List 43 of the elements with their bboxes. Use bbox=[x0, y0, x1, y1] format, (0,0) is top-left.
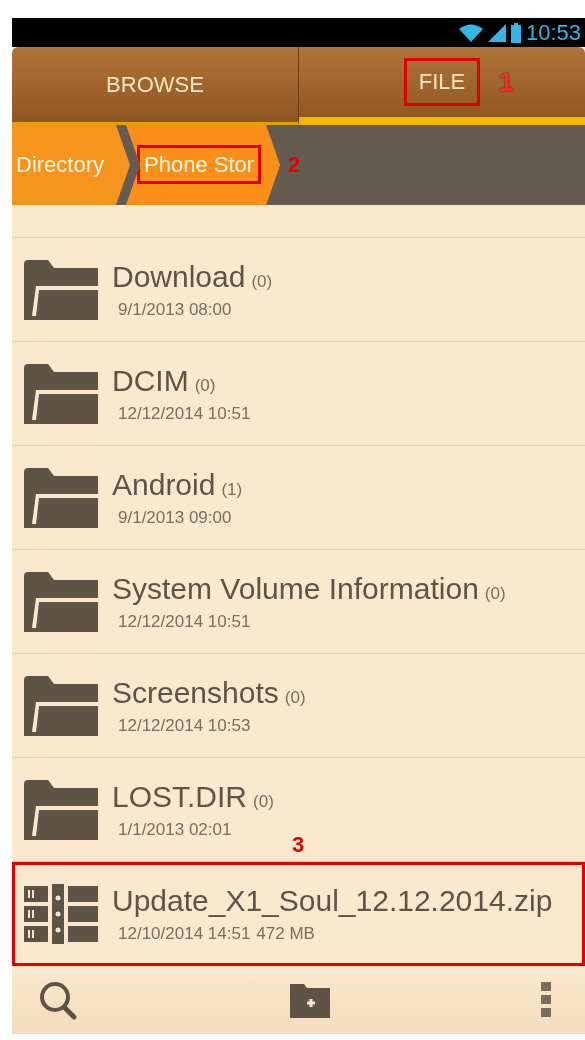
file-date: 12/10/2014 14:51 bbox=[117, 923, 251, 943]
status-time: 10:53 bbox=[525, 19, 581, 46]
file-date: 9/1/2013 09:00 bbox=[117, 507, 232, 527]
item-count: (0) bbox=[251, 271, 273, 291]
file-name: DCIM bbox=[112, 363, 189, 397]
folder-icon bbox=[24, 259, 98, 320]
folder-icon bbox=[24, 467, 98, 528]
file-date: 1/1/2013 02:01 bbox=[117, 819, 232, 839]
file-row[interactable]: Android (1) 9/1/2013 09:00 bbox=[12, 446, 585, 550]
file-name: Download bbox=[112, 259, 246, 293]
item-count: (0) bbox=[284, 687, 306, 707]
item-count: (0) bbox=[194, 375, 216, 395]
archive-icon bbox=[24, 883, 98, 944]
file-name: Android bbox=[112, 467, 216, 501]
more-options-icon[interactable] bbox=[541, 982, 551, 1018]
file-date: 12/12/2014 10:53 bbox=[117, 715, 251, 735]
file-row[interactable]: Screenshots (0) 12/12/2014 10:53 bbox=[12, 654, 585, 758]
file-date: 12/12/2014 10:51 bbox=[117, 403, 251, 423]
file-row[interactable]: System Volume Information (0) 12/12/2014 10:51 bbox=[12, 550, 585, 654]
folder-icon bbox=[24, 779, 98, 840]
file-row[interactable]: DCIM (0) 12/12/2014 10:51 bbox=[12, 342, 585, 446]
folder-icon bbox=[24, 363, 98, 424]
item-count: (1) bbox=[221, 479, 243, 499]
file-name: Update_X1_Soul_12.12.2014.zip bbox=[112, 883, 553, 917]
file-name: LOST.DIR bbox=[112, 779, 248, 813]
search-icon[interactable] bbox=[38, 980, 78, 1020]
callout-number: 2 bbox=[288, 152, 301, 178]
battery-icon bbox=[510, 22, 521, 43]
file-name: Screenshots bbox=[112, 675, 279, 709]
file-row[interactable]: Download (0) 9/1/2013 08:00 bbox=[12, 238, 585, 342]
file-date: 12/12/2014 10:51 bbox=[117, 611, 251, 631]
file-date: 9/1/2013 08:00 bbox=[117, 299, 232, 319]
callout-number: 3 bbox=[292, 832, 305, 858]
folder-icon bbox=[24, 675, 98, 736]
new-folder-icon[interactable] bbox=[289, 982, 330, 1018]
signal-icon bbox=[487, 23, 506, 42]
callout-number: 1 bbox=[499, 67, 514, 98]
folder-icon bbox=[24, 571, 98, 632]
file-name: System Volume Information bbox=[112, 571, 479, 605]
file-size: 472 MB bbox=[255, 923, 315, 943]
item-count: (0) bbox=[484, 583, 506, 603]
item-count: (0) bbox=[253, 791, 274, 811]
wifi-icon bbox=[458, 23, 483, 42]
